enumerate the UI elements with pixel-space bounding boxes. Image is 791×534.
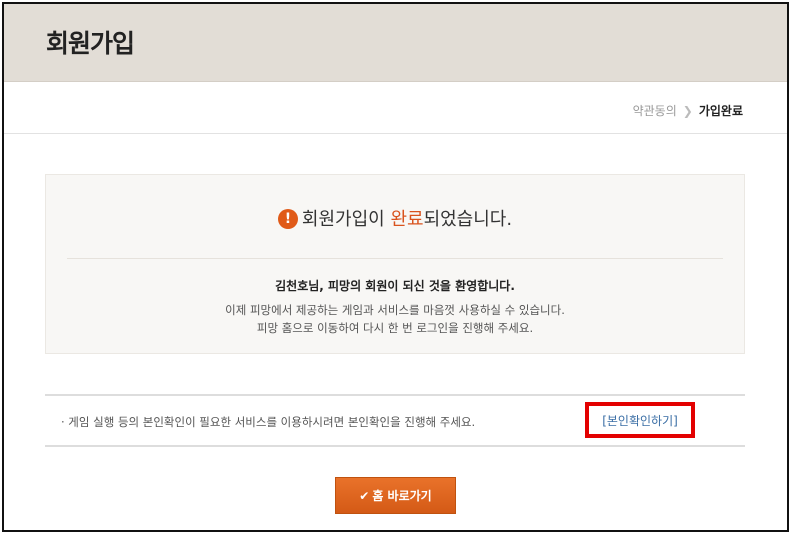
check-icon: ✔ [359,488,370,503]
go-home-button[interactable]: ✔ 홈 바로가기 [335,477,456,514]
identity-verification-link[interactable]: [본인확인하기] [585,402,695,438]
go-home-label: 홈 바로가기 [372,489,432,503]
page-title: 회원가입 [46,29,135,58]
description-line: 이제 피망에서 제공하는 게임과 서비스를 마음껏 사용하실 수 있습니다. [225,303,565,317]
completion-message: ! 회원가입이 완료되었습니다. [46,205,744,231]
page-frame: 회원가입 약관동의 ❯ 가입완료 ! 회원가입이 완료되었습니다. 김천호님, 피… [2,2,789,532]
divider [67,258,723,259]
result-panel: ! 회원가입이 완료되었습니다. 김천호님, 피망의 회원이 되신 것을 환영합니… [45,174,745,354]
step-terms: 약관동의 [632,104,677,118]
notice-text: · 게임 실행 등의 본인확인이 필요한 서비스를 이용하시려면 본인확인을 진… [61,415,476,429]
step-indicator: 약관동의 ❯ 가입완료 [633,102,743,119]
chevron-right-icon: ❯ [682,103,693,118]
message-text-before: 회원가입이 [301,209,391,230]
description: 이제 피망에서 제공하는 게임과 서비스를 마음껏 사용하실 수 있습니다. 피… [46,301,744,337]
page-header: 회원가입 [4,4,787,82]
verification-notice: · 게임 실행 등의 본인확인이 필요한 서비스를 이용하시려면 본인확인을 진… [45,394,745,447]
message-text-after: 되었습니다. [423,209,513,230]
welcome-text: 김천호님, 피망의 회원이 되신 것을 환영합니다. [275,279,515,293]
description-line: 피망 홈으로 이동하여 다시 한 번 로그인을 진행해 주세요. [256,321,534,335]
step-complete: 가입완료 [698,104,743,118]
message-text-accent: 완료 [390,209,424,230]
divider [4,133,787,134]
exclamation-icon: ! [277,209,298,229]
